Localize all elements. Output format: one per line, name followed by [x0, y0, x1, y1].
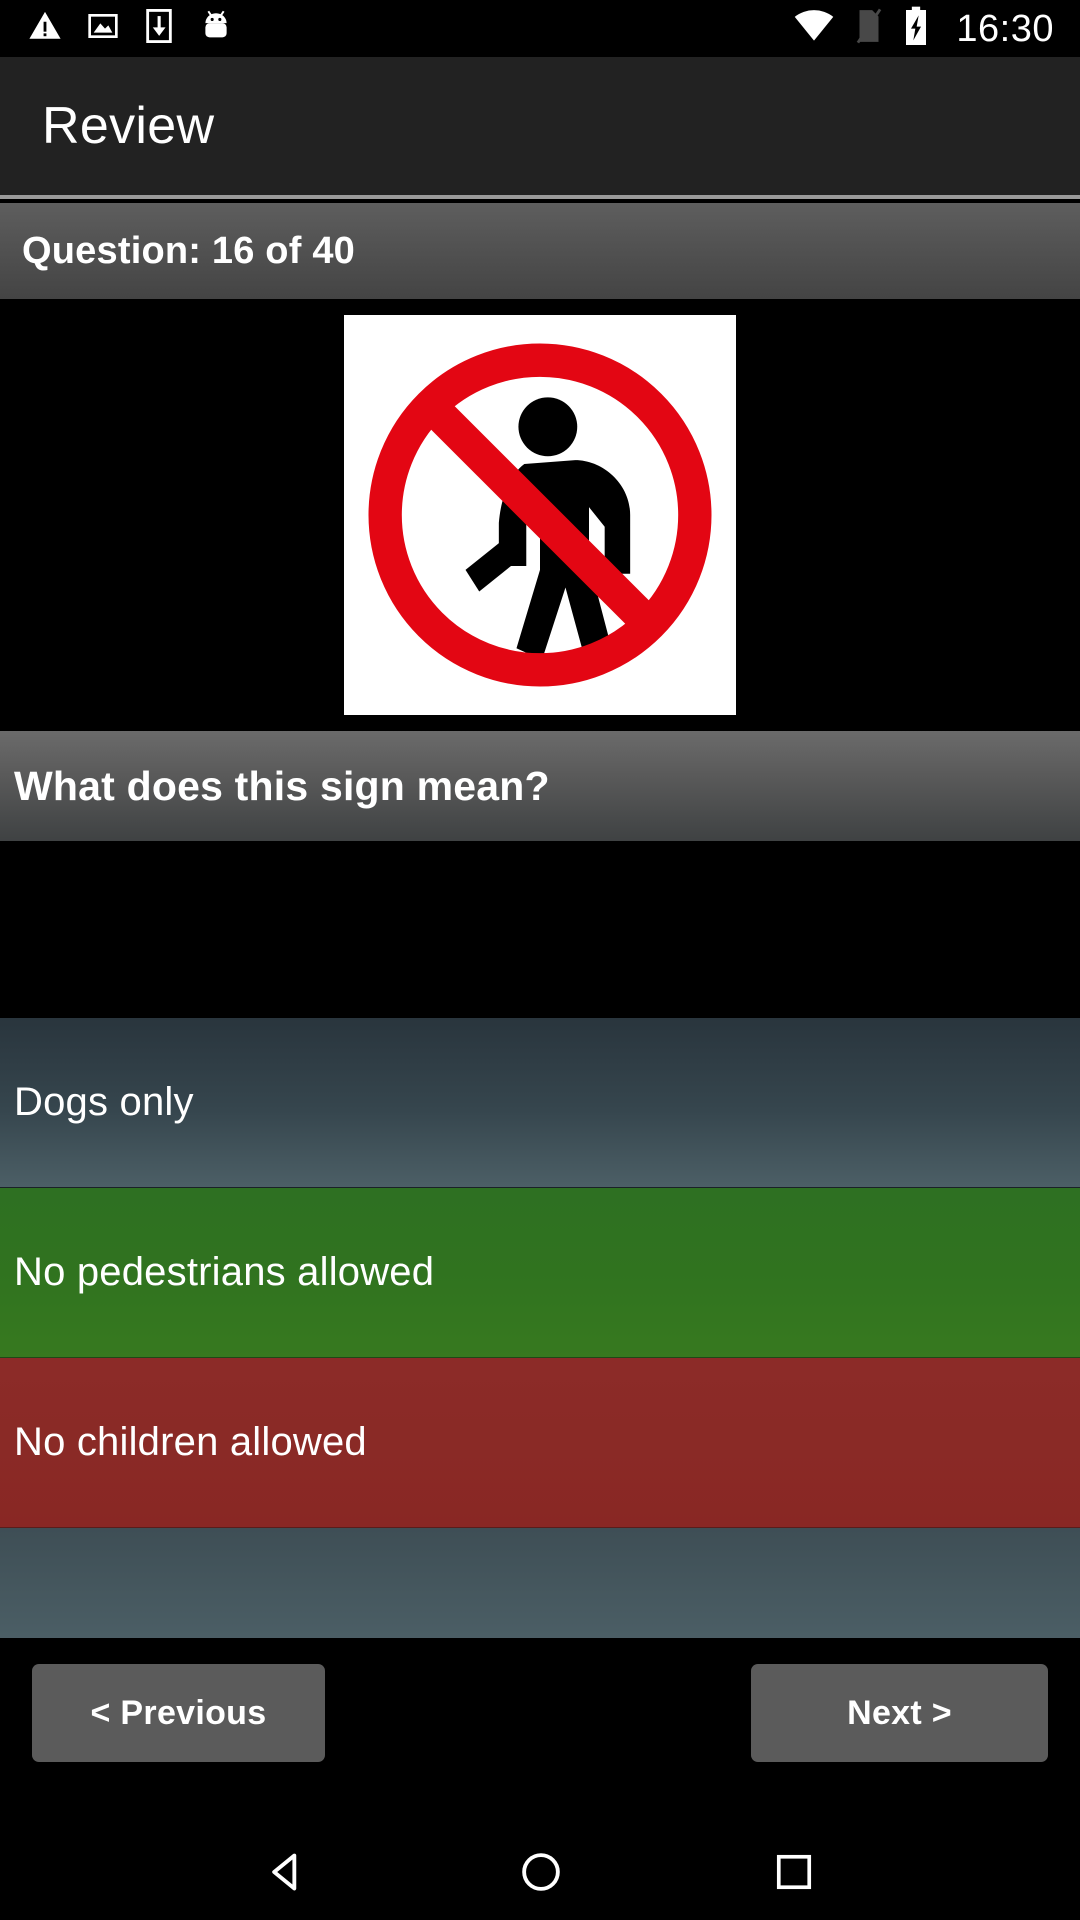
back-triangle-icon[interactable]: [265, 1850, 309, 1894]
wifi-icon: [792, 9, 836, 48]
status-bar: 16:30: [0, 0, 1080, 57]
system-navigation-bar: [0, 1824, 1080, 1920]
status-bar-right-icons: 16:30: [792, 6, 1080, 51]
no-pedestrians-sign-icon: [344, 315, 736, 715]
question-text-bar: What does this sign mean?: [0, 731, 1080, 841]
image-icon: [87, 10, 119, 47]
next-button[interactable]: Next >: [751, 1664, 1048, 1762]
app-screen: 16:30 Review Question: 16 of 40 What doe…: [0, 0, 1080, 1920]
answer-option-2-correct[interactable]: No pedestrians allowed: [0, 1188, 1080, 1358]
answer-option-label: No pedestrians allowed: [14, 1250, 435, 1294]
sign-image-area: [0, 299, 1080, 731]
system-nav-buttons: [265, 1850, 815, 1894]
question-counter-bar: Question: 16 of 40: [0, 203, 1080, 299]
download-icon: [144, 9, 174, 48]
navigation-button-row: < Previous Next >: [0, 1638, 1080, 1824]
home-circle-icon[interactable]: [519, 1850, 563, 1894]
status-bar-clock: 16:30: [956, 7, 1054, 50]
no-sim-icon: [854, 7, 884, 50]
question-counter-label: Question: 16 of 40: [22, 229, 356, 272]
recents-square-icon[interactable]: [773, 1851, 815, 1893]
status-bar-left-icons: [0, 9, 233, 48]
page-title: Review: [42, 97, 215, 155]
answer-option-label: Dogs only: [14, 1080, 194, 1124]
battery-charging-icon: [902, 6, 930, 51]
answer-option-4-partially-visible[interactable]: [0, 1528, 1080, 1638]
warning-triangle-icon: [28, 9, 62, 48]
action-bar: Review: [0, 57, 1080, 199]
android-icon: [199, 9, 233, 48]
question-text: What does this sign mean?: [14, 762, 550, 809]
answer-option-3-selected-wrong[interactable]: No children allowed: [0, 1358, 1080, 1528]
answer-options-list[interactable]: Dogs only No pedestrians allowed No chil…: [0, 1018, 1080, 1638]
answer-option-label: No children allowed: [14, 1420, 367, 1464]
previous-button[interactable]: < Previous: [32, 1664, 325, 1762]
answer-option-1[interactable]: Dogs only: [0, 1018, 1080, 1188]
